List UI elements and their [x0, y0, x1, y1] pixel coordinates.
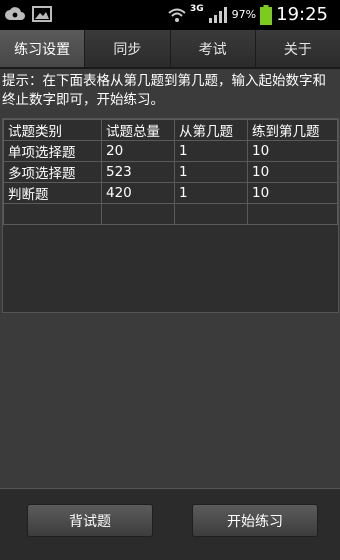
cell-to-input[interactable] — [247, 203, 338, 225]
image-icon — [32, 6, 52, 22]
cell-category: 多项选择题 — [3, 161, 102, 183]
cell-category — [3, 203, 102, 225]
table-header-row: 试题类别 试题总量 从第几题 练到第几题 — [3, 119, 338, 141]
tab-bar: 练习设置 同步 考试 关于 — [0, 30, 340, 69]
table-row: 多项选择题 523 1 10 — [3, 161, 338, 183]
cell-category: 单项选择题 — [3, 140, 102, 162]
table-row: 单项选择题 20 1 10 — [3, 140, 338, 162]
cell-total: 20 — [101, 140, 175, 162]
wifi-icon — [168, 8, 186, 22]
tab-exam[interactable]: 考试 — [170, 30, 256, 67]
recite-questions-button[interactable]: 背试题 — [27, 504, 153, 537]
hint-text: 提示：在下面表格从第几题到第几题，输入起始数字和终止数字即可，开始练习。 — [2, 73, 326, 108]
table-row — [3, 203, 338, 225]
tab-practice-settings[interactable]: 练习设置 — [0, 30, 86, 67]
cell-total: 420 — [101, 182, 175, 204]
header-from: 从第几题 — [174, 119, 248, 141]
bottom-bar: 背试题 开始练习 — [0, 488, 340, 560]
cell-category: 判断题 — [3, 182, 102, 204]
start-practice-button[interactable]: 开始练习 — [192, 504, 318, 537]
cell-from-input[interactable]: 1 — [174, 140, 248, 162]
battery-icon — [260, 4, 273, 25]
cloud-icon — [5, 7, 25, 20]
cell-to-input[interactable]: 10 — [247, 161, 338, 183]
cell-to-input[interactable]: 10 — [247, 182, 338, 204]
header-total: 试题总量 — [101, 119, 175, 141]
battery-percent: 97% — [231, 8, 257, 21]
header-category: 试题类别 — [3, 119, 102, 141]
question-table: 试题类别 试题总量 从第几题 练到第几题 单项选择题 20 1 10 多项选择题… — [2, 118, 339, 313]
cell-from-input[interactable]: 1 — [174, 182, 248, 204]
cell-total — [101, 203, 175, 225]
clock: 19:25 — [276, 4, 328, 25]
cell-from-input[interactable]: 1 — [174, 161, 248, 183]
cell-from-input[interactable] — [174, 203, 248, 225]
table-row: 判断题 420 1 10 — [3, 182, 338, 204]
signal-icon — [208, 6, 227, 23]
status-bar: 3G 97% 19:25 — [0, 0, 340, 30]
cell-total: 523 — [101, 161, 175, 183]
header-to: 练到第几题 — [247, 119, 338, 141]
network-type: 3G — [190, 3, 204, 14]
cell-to-input[interactable]: 10 — [247, 140, 338, 162]
tab-sync[interactable]: 同步 — [85, 30, 171, 67]
tab-about[interactable]: 关于 — [255, 30, 340, 67]
